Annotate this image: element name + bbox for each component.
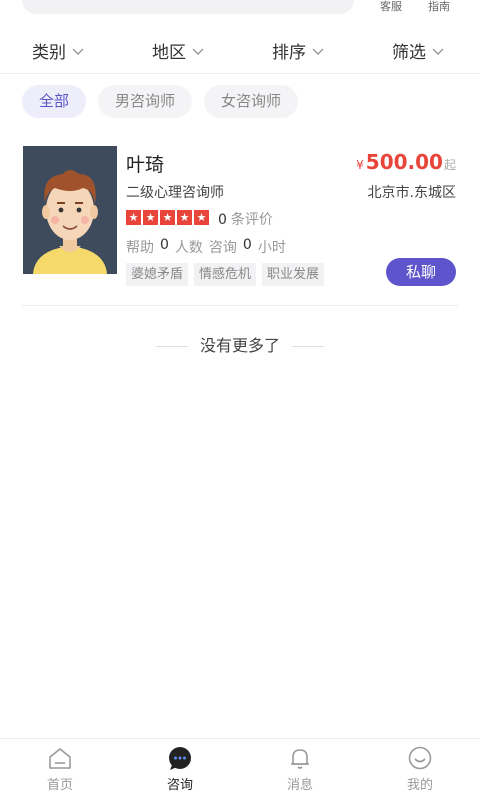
price-suffix: 起: [443, 158, 456, 172]
counselor-card[interactable]: 叶琦 ¥ 500.00 起 二级心理咨询师 北京市.东城区 ★ ★ ★ ★ ★ …: [22, 146, 458, 306]
chevron-down-icon: [192, 48, 204, 55]
no-more-indicator: 没有更多了: [0, 332, 480, 356]
gender-chips: 全部 男咨询师 女咨询师: [22, 85, 299, 118]
tag: 婆媳矛盾: [126, 263, 189, 286]
tab-message[interactable]: 消息: [240, 745, 360, 793]
consult-count: 0: [242, 237, 252, 253]
help-count: 0: [160, 237, 169, 253]
divider: [292, 346, 324, 347]
chip-female-counselor[interactable]: 女咨询师: [204, 85, 299, 118]
price: ¥ 500.00 起: [356, 150, 456, 174]
tag: 情感危机: [194, 263, 257, 286]
star-icon: ★: [126, 210, 141, 225]
screen-filter[interactable]: 筛选: [392, 38, 445, 63]
chevron-down-icon: [432, 48, 444, 55]
tab-message-label: 消息: [286, 778, 313, 793]
search-input[interactable]: [22, 0, 354, 14]
bell-icon: [291, 749, 309, 769]
page: 客服 指南 类别 地区 排序 筛选 全部 男咨询师 女咨询师 叶琦 ¥ 500.…: [0, 0, 480, 800]
counselor-title: 二级心理咨询师: [126, 185, 224, 201]
private-chat-button[interactable]: 私聊: [386, 258, 456, 286]
counselor-location: 北京市.东城区: [367, 185, 456, 201]
top-search-bar: 客服 指南: [0, 0, 480, 14]
guide-button[interactable]: 指南: [428, 0, 450, 14]
sort-filter[interactable]: 排序: [272, 38, 325, 63]
chat-bubble-icon: [169, 747, 191, 770]
price-value: 500.00: [365, 150, 443, 174]
people-label: 人数: [174, 240, 203, 256]
chip-male-counselor[interactable]: 男咨询师: [98, 85, 193, 118]
review-count-label: 条评价: [230, 212, 273, 228]
smiley-icon: [408, 746, 432, 770]
hours-label: 小时: [257, 240, 286, 256]
chip-all[interactable]: 全部: [22, 85, 87, 118]
star-icon: ★: [177, 210, 192, 225]
tab-mine-label: 我的: [406, 778, 433, 793]
region-filter[interactable]: 地区: [152, 38, 205, 63]
divider: [155, 346, 188, 347]
sort-filter-label: 排序: [272, 43, 306, 63]
no-more-text: 没有更多了: [199, 336, 280, 355]
tab-consult-label: 咨询: [166, 778, 193, 793]
review-count-value: 0: [218, 212, 227, 228]
avatar: [23, 146, 117, 274]
tab-home-label: 首页: [46, 778, 73, 793]
star-icon: ★: [194, 210, 209, 225]
tag: 职业发展: [262, 263, 325, 286]
region-filter-label: 地区: [152, 43, 186, 63]
tab-consult[interactable]: 咨询: [120, 745, 240, 793]
star-icon: ★: [160, 210, 175, 225]
chevron-down-icon: [72, 48, 84, 55]
review-count: 0 条评价: [218, 209, 273, 229]
counselor-tags: 婆媳矛盾 情感危机 职业发展: [126, 263, 325, 286]
category-filter[interactable]: 类别: [32, 38, 85, 63]
filter-bar: 类别 地区 排序 筛选: [0, 26, 480, 74]
avatar-illustration: [23, 146, 117, 274]
counselor-name: 叶琦: [126, 154, 165, 176]
star-icon: ★: [143, 210, 158, 225]
tab-mine[interactable]: 我的: [360, 745, 480, 793]
consult-label: 咨询: [208, 240, 237, 256]
currency-symbol: ¥: [356, 158, 364, 172]
tab-home[interactable]: 首页: [0, 745, 120, 793]
chevron-down-icon: [312, 48, 324, 55]
bottom-tab-bar: 首页 咨询 消息 我的: [0, 738, 480, 800]
rating-stars: ★ ★ ★ ★ ★: [126, 210, 209, 225]
customer-service-button[interactable]: 客服: [380, 0, 402, 14]
counselor-stats: 帮助 0 人数 咨询 0 小时: [126, 237, 286, 257]
home-icon: [49, 748, 71, 769]
screen-filter-label: 筛选: [392, 43, 426, 63]
category-filter-label: 类别: [32, 43, 66, 63]
help-label: 帮助: [126, 240, 154, 256]
